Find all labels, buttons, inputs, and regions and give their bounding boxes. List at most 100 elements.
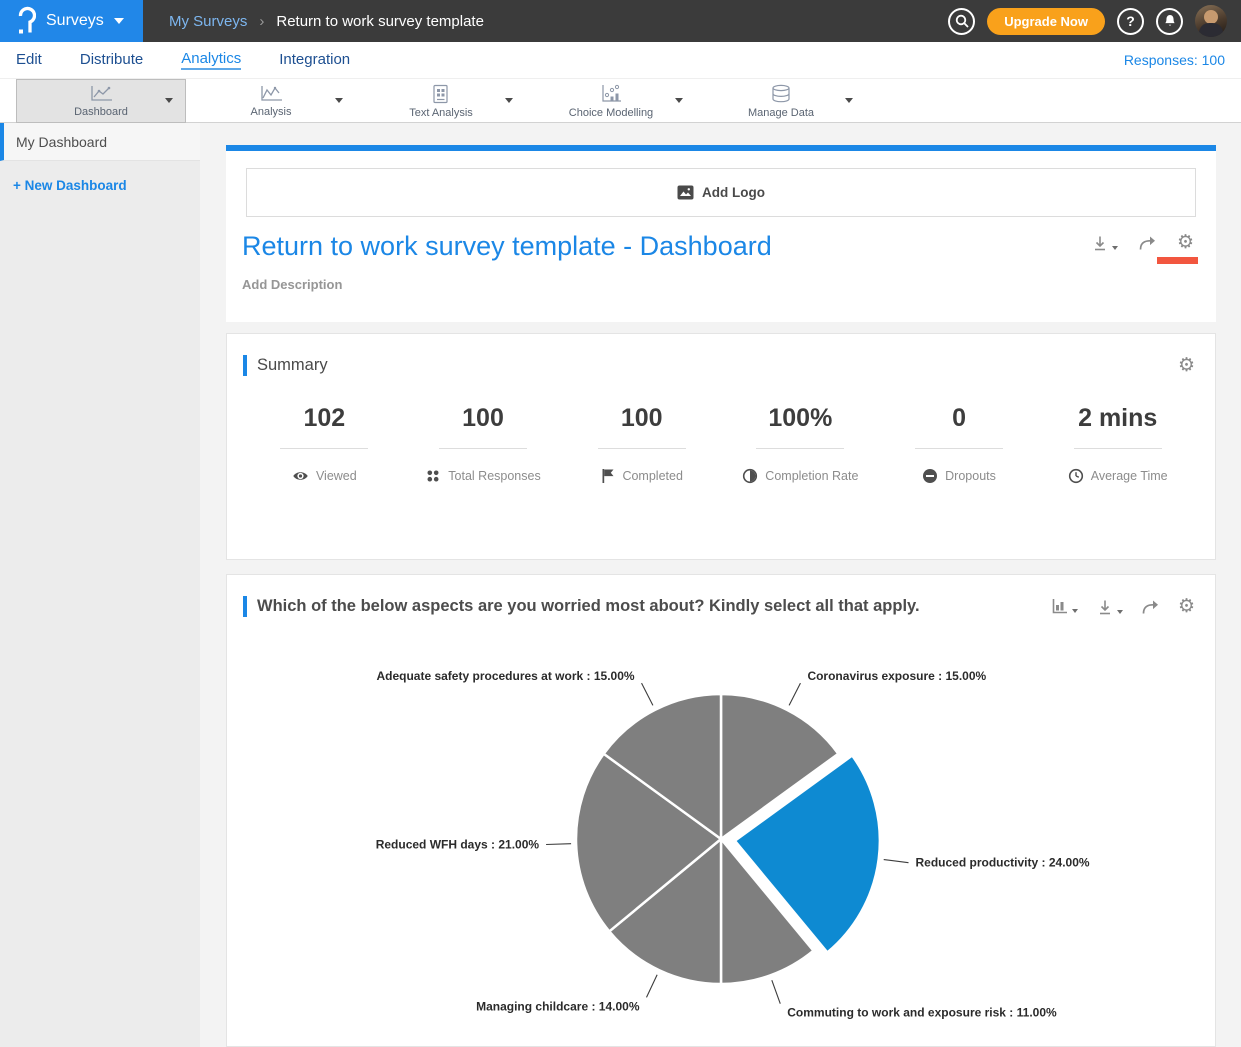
add-logo-dropzone[interactable]: Add Logo [246, 168, 1196, 217]
divider [439, 448, 527, 449]
eye-icon [292, 468, 309, 484]
topnav-actions: Upgrade Now ? [948, 5, 1241, 37]
share-icon[interactable] [1141, 599, 1160, 615]
questionpro-logo-icon [16, 6, 36, 36]
pie-label: Managing childcare : 14.00% [476, 999, 640, 1013]
question-header: Which of the below aspects are you worri… [227, 575, 1215, 617]
chevron-down-icon [1112, 246, 1118, 250]
pie-chart-area: Coronavirus exposure : 15.00%Reduced pro… [243, 649, 1201, 1047]
breadcrumb-separator: › [259, 13, 264, 30]
database-icon [769, 84, 793, 104]
stat-label: Completed [622, 469, 682, 483]
notifications-button[interactable] [1156, 8, 1183, 35]
stat-label: Average Time [1091, 469, 1168, 483]
tab-integration[interactable]: Integration [279, 51, 350, 69]
app-root: Surveys My Surveys › Return to work surv… [0, 0, 1241, 1047]
divider [598, 448, 686, 449]
flag-icon [600, 468, 615, 484]
toolbar-item-label: Dashboard [74, 106, 128, 118]
chevron-down-icon [1117, 610, 1123, 614]
help-button[interactable]: ? [1117, 8, 1144, 35]
image-icon [677, 185, 694, 200]
toolbar-item-text-analysis[interactable]: Text Analysis [356, 79, 526, 123]
product-switcher[interactable]: Surveys [0, 0, 143, 42]
survey-tabs: Edit Distribute Analytics Integration Re… [0, 42, 1241, 78]
tab-distribute[interactable]: Distribute [80, 51, 143, 69]
chart-type-button[interactable] [1051, 598, 1078, 615]
pie-leader-line [642, 683, 653, 705]
pie-label: Adequate safety procedures at work : 15.… [376, 669, 634, 683]
chevron-down-icon[interactable] [165, 98, 173, 103]
analysis-chart-icon [258, 85, 284, 103]
download-icon [1091, 234, 1109, 252]
chevron-down-icon[interactable] [675, 98, 683, 103]
stat-completion-rate: 100% Completion Rate [721, 404, 880, 484]
tab-edit[interactable]: Edit [16, 51, 42, 69]
stat-value: 102 [245, 404, 404, 433]
top-navbar: Surveys My Surveys › Return to work surv… [0, 0, 1241, 42]
summary-header: Summary ⚙ [227, 334, 1215, 376]
toolbar-item-label: Analysis [251, 106, 292, 118]
toolbar-item-manage-data[interactable]: Manage Data [696, 79, 866, 123]
settings-gear-icon[interactable]: ⚙ [1177, 233, 1194, 252]
avatar-face [1204, 10, 1218, 24]
stat-average-time: 2 mins Average Time [1038, 404, 1197, 484]
download-dashboard-button[interactable] [1091, 234, 1118, 252]
line-chart-icon [88, 85, 114, 103]
sidebar-item-my-dashboard[interactable]: My Dashboard [0, 123, 200, 161]
responses-count[interactable]: Responses: 100 [1124, 52, 1241, 68]
chevron-down-icon [1072, 609, 1078, 613]
stat-label: Completion Rate [765, 469, 858, 483]
toolbar-item-label: Text Analysis [409, 107, 473, 119]
divider [1074, 448, 1162, 449]
stat-label: Dropouts [945, 469, 996, 483]
scatter-chart-icon [599, 84, 623, 104]
pie-leader-line [772, 980, 780, 1004]
share-icon[interactable] [1138, 235, 1157, 251]
add-description-button[interactable]: Add Description [242, 277, 342, 292]
divider [915, 448, 1003, 449]
question-title: Which of the below aspects are you worri… [257, 597, 920, 616]
toolbar-item-choice-modelling[interactable]: Choice Modelling [526, 79, 696, 123]
bell-icon [1162, 13, 1178, 29]
download-chart-button[interactable] [1096, 598, 1123, 616]
settings-gear-icon[interactable]: ⚙ [1178, 597, 1195, 616]
user-avatar[interactable] [1195, 5, 1227, 37]
divider [280, 448, 368, 449]
pie-chart: Coronavirus exposure : 15.00%Reduced pro… [243, 649, 1201, 1047]
settings-gear-icon[interactable]: ⚙ [1178, 356, 1195, 375]
accent-bar [243, 596, 247, 617]
half-circle-icon [742, 468, 758, 484]
breadcrumb-current: Return to work survey template [276, 13, 484, 30]
summary-card: Summary ⚙ 102 Viewed 100 [226, 333, 1216, 560]
chevron-down-icon[interactable] [335, 98, 343, 103]
stat-completed: 100 Completed [562, 404, 721, 484]
dashboard-header-card: Add Logo Return to work survey template … [226, 151, 1216, 322]
pie-label: Commuting to work and exposure risk : 11… [787, 1006, 1057, 1020]
chevron-down-icon[interactable] [845, 98, 853, 103]
upgrade-now-button[interactable]: Upgrade Now [987, 8, 1105, 35]
toolbar-item-dashboard[interactable]: Dashboard [16, 79, 186, 123]
toolbar-item-analysis[interactable]: Analysis [186, 79, 356, 123]
pie-leader-line [646, 975, 657, 998]
stat-value: 100% [721, 404, 880, 433]
search-button[interactable] [948, 8, 975, 35]
stat-viewed: 102 Viewed [245, 404, 404, 484]
tab-analytics[interactable]: Analytics [181, 50, 241, 70]
search-icon [954, 13, 970, 29]
new-dashboard-button[interactable]: + New Dashboard [13, 178, 200, 193]
breadcrumb-parent[interactable]: My Surveys [169, 13, 247, 30]
chevron-down-icon[interactable] [505, 98, 513, 103]
stat-value: 2 mins [1038, 404, 1197, 433]
chevron-down-icon [114, 18, 124, 24]
download-icon [1096, 598, 1114, 616]
breadcrumb: My Surveys › Return to work survey templ… [169, 13, 484, 30]
stat-label: Viewed [316, 469, 357, 483]
pie-leader-line [546, 844, 571, 845]
bar-chart-icon [1051, 598, 1069, 615]
dashboard-sidebar: My Dashboard + New Dashboard [0, 123, 200, 1047]
stat-value: 100 [562, 404, 721, 433]
question-actions: ⚙ [1051, 597, 1195, 616]
summary-stats-row: 102 Viewed 100 To [227, 404, 1215, 484]
toolbar-item-label: Choice Modelling [569, 107, 653, 119]
